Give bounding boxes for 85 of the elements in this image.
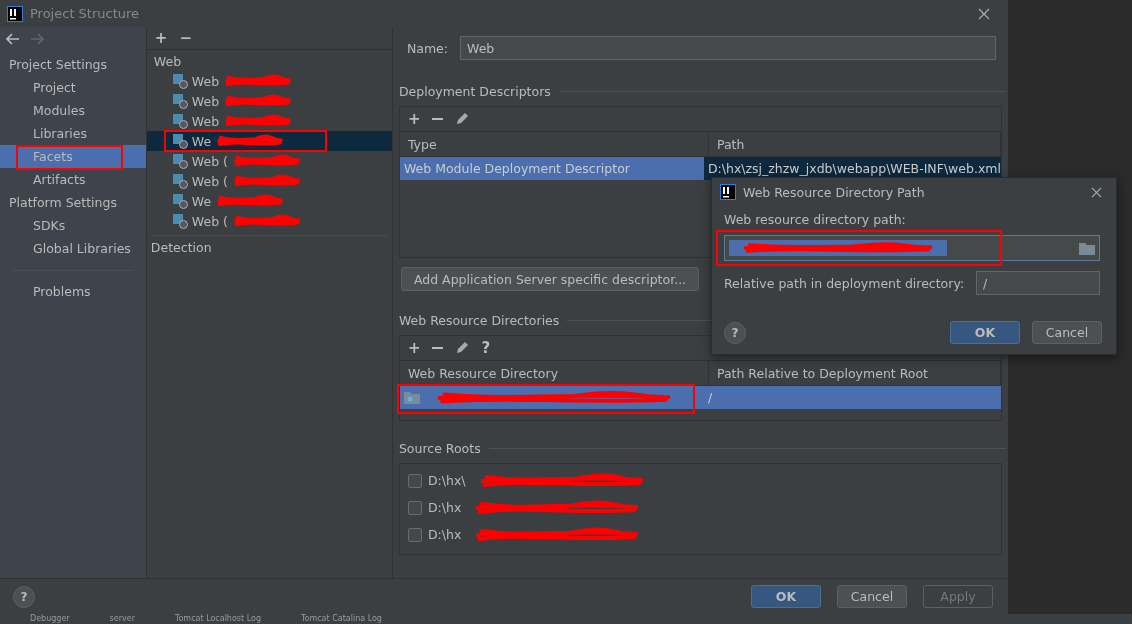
source-root-path: D:\hx	[427, 527, 462, 542]
column-header[interactable]: Path Relative to Deployment Root	[708, 361, 1001, 385]
facet-label: Web (	[191, 213, 228, 229]
sidebar-item[interactable]: Facets	[0, 145, 146, 168]
back-arrow-icon[interactable]	[6, 33, 20, 45]
sidebar-item[interactable]: Modules	[0, 99, 146, 122]
facet-item[interactable]: Web	[146, 91, 392, 111]
close-button[interactable]	[1091, 186, 1102, 198]
web-facet-icon	[172, 213, 188, 229]
facet-item[interactable]: Web	[146, 111, 392, 131]
add-button[interactable]: +	[407, 110, 421, 128]
web-facet-icon	[172, 153, 188, 169]
facet-label: Web (	[191, 173, 228, 189]
column-header[interactable]: Type	[399, 132, 709, 156]
facet-item[interactable]: Web (	[146, 171, 392, 191]
app-logo-icon	[720, 184, 736, 200]
tool-window-tab[interactable]: Debugger	[30, 614, 70, 624]
table-cell: Web Module Deployment Descriptor	[399, 157, 704, 180]
folder-icon	[403, 391, 420, 404]
checkbox[interactable]	[407, 500, 422, 515]
web-facet-icon	[172, 93, 188, 109]
sidebar-heading: Project Settings	[8, 56, 108, 74]
field-label: Relative path in deployment directory:	[724, 275, 965, 291]
facet-item[interactable]: Web (	[146, 151, 392, 171]
section-title: Source Roots	[398, 441, 481, 456]
window-title: Project Structure	[30, 6, 141, 21]
ok-button[interactable]: OK	[950, 321, 1020, 344]
field-label: Web resource directory path:	[724, 213, 906, 227]
checkbox[interactable]	[407, 473, 422, 488]
add-button[interactable]: +	[154, 29, 168, 47]
help-button[interactable]: ?	[13, 585, 35, 608]
web-facet-icon	[172, 73, 188, 89]
add-descriptor-button[interactable]: Add Application Server specific descriptor...	[400, 267, 700, 291]
app-logo-icon	[7, 5, 23, 22]
dialog-button[interactable]: Cancel	[1032, 321, 1102, 344]
facet-label: Web	[191, 113, 220, 129]
relative-path-field[interactable]: /	[976, 271, 1100, 295]
browse-folder-icon[interactable]	[1079, 241, 1095, 255]
facet-label: Web	[191, 73, 220, 89]
facet-item[interactable]: Web (	[146, 211, 392, 231]
tool-window-tab[interactable]: Tomcat Localhost Log	[174, 614, 261, 624]
help-button[interactable]: ?	[481, 339, 491, 357]
remove-button[interactable]: −	[179, 29, 192, 47]
sidebar-item[interactable]: Problems	[0, 280, 146, 303]
facet-label: Web	[191, 93, 220, 109]
facet-item[interactable]: We	[146, 131, 392, 151]
dialog-button[interactable]: Cancel	[837, 585, 907, 608]
path-field[interactable]	[724, 235, 1100, 261]
name-field[interactable]: Web	[460, 36, 996, 60]
facet-item[interactable]: We	[146, 191, 392, 211]
facet-label: Web (	[191, 153, 228, 169]
sidebar-item[interactable]: Libraries	[0, 122, 146, 145]
source-root-path: D:\hx	[427, 500, 462, 515]
sidebar-item[interactable]: Project	[0, 76, 146, 99]
column-header[interactable]: Path	[708, 132, 1001, 156]
web-facet-icon	[172, 193, 188, 209]
edit-icon[interactable]	[455, 341, 470, 355]
section-title: Web Resource Directories	[398, 313, 560, 328]
name-label: Name:	[406, 40, 448, 56]
web-facet-icon	[172, 133, 188, 149]
web-facet-icon	[172, 113, 188, 129]
table-cell: /	[703, 386, 1001, 409]
facet-group-heading: Web	[152, 53, 183, 71]
add-button[interactable]: +	[407, 339, 421, 357]
checkbox[interactable]	[407, 527, 422, 542]
tool-window-tab[interactable]: Tomcat Catalina Log	[300, 614, 382, 624]
dialog-title: Web Resource Directory Path	[743, 184, 926, 200]
tool-window-tab[interactable]: server	[109, 614, 135, 624]
close-icon	[978, 7, 990, 20]
facet-label: We	[191, 133, 212, 149]
help-button[interactable]: ?	[724, 321, 746, 344]
section-title: Deployment Descriptors	[398, 84, 551, 99]
sidebar-heading: Platform Settings	[8, 194, 118, 212]
source-root-path: D:\hx\	[427, 473, 466, 488]
sidebar-item[interactable]: SDKs	[0, 214, 146, 237]
facet-label: We	[191, 193, 212, 209]
edit-icon[interactable]	[455, 112, 470, 126]
web-facet-icon	[172, 173, 188, 189]
sidebar-item[interactable]: Global Libraries	[0, 237, 146, 260]
close-icon	[1091, 186, 1102, 198]
column-header[interactable]: Web Resource Directory	[399, 361, 709, 385]
ok-button[interactable]: OK	[751, 585, 821, 608]
sidebar-item[interactable]: Artifacts	[0, 168, 146, 191]
facet-item[interactable]: Web	[146, 71, 392, 91]
detection-heading: Detection	[149, 239, 213, 257]
